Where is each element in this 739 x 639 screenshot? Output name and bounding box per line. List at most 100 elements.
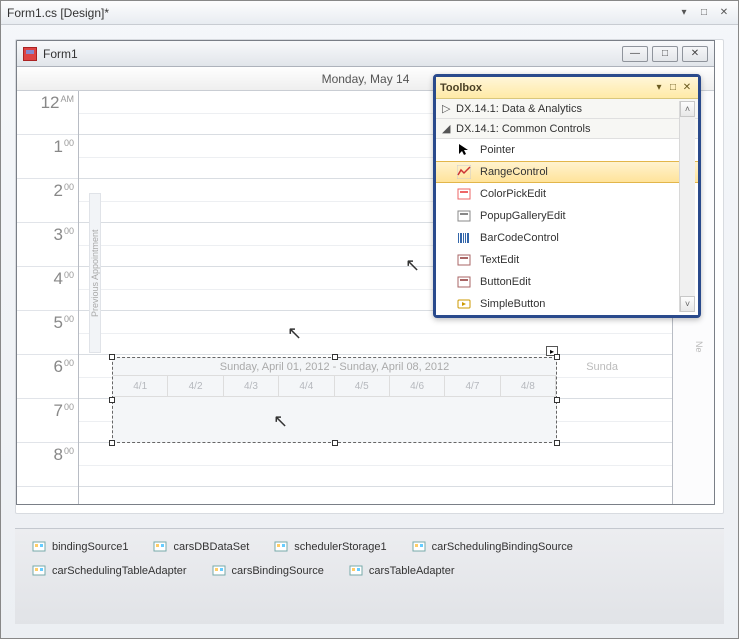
toolbox-item-label: SimpleButton xyxy=(480,298,545,310)
next-appointment-button[interactable]: Ne xyxy=(694,341,704,353)
tray-component[interactable]: carSchedulingBindingSource xyxy=(411,539,573,555)
window-title: Form1.cs [Design]* xyxy=(7,6,676,20)
toolbox-scrollbar[interactable]: ˄ ˅ xyxy=(679,101,695,312)
toolbox-item-label: TextEdit xyxy=(480,254,519,266)
scroll-down-icon[interactable]: ˅ xyxy=(680,296,695,312)
toolbox-item[interactable]: BarCodeControl xyxy=(436,227,698,249)
tray-label: bindingSource1 xyxy=(52,541,128,553)
range-tick: 4/6 xyxy=(390,376,445,396)
close-icon[interactable]: ✕ xyxy=(716,6,732,20)
titlebar: Form1.cs [Design]* ▾ □ ✕ xyxy=(1,1,738,25)
toolbox-item[interactable]: TextEdit xyxy=(436,249,698,271)
time-slot: 300 xyxy=(17,223,78,267)
time-ruler: 12AM100200300400500600700800 xyxy=(17,91,79,504)
range-caption: Sunday, April 01, 2012 - Sunday, April 0… xyxy=(113,358,556,373)
component-icon xyxy=(348,563,364,579)
tray-component[interactable]: bindingSource1 xyxy=(31,539,128,555)
tray-component[interactable]: carsTableAdapter xyxy=(348,563,455,579)
time-slot: 200 xyxy=(17,179,78,223)
form-icon xyxy=(23,47,37,61)
time-slot: 500 xyxy=(17,311,78,355)
range-tick: 4/8 xyxy=(501,376,556,396)
toolbox-panel[interactable]: Toolbox ▾ □ ✕ ▷ DX.14.1: Data & Analytic… xyxy=(433,74,701,318)
minimize-button[interactable]: — xyxy=(622,46,648,62)
collapse-icon: ◢ xyxy=(442,122,452,135)
gallery-icon xyxy=(456,208,472,224)
range-tick: 4/1 xyxy=(113,376,168,396)
grid-row[interactable] xyxy=(79,443,672,487)
range-overflow-caption: Sunda xyxy=(586,361,618,373)
range-control[interactable]: ▸ Sunday, April 01, 2012 - Sunday, April… xyxy=(112,357,557,443)
tray-label: carSchedulingBindingSource xyxy=(432,541,573,553)
btnedit-icon xyxy=(456,274,472,290)
tray-label: carsDBDataSet xyxy=(173,541,249,553)
range-tick: 4/2 xyxy=(168,376,223,396)
toolbox-title: Toolbox xyxy=(440,82,652,94)
range-tick: 4/5 xyxy=(335,376,390,396)
component-tray: bindingSource1 carsDBDataSet schedulerStor… xyxy=(15,528,724,624)
time-slot: 800 xyxy=(17,443,78,487)
toolbox-item-label: BarCodeControl xyxy=(480,232,559,244)
pin-icon[interactable]: □ xyxy=(666,81,680,95)
designer-surface[interactable]: Form1 — □ ✕ Monday, May 14 12AM100200300… xyxy=(15,39,724,514)
range-tick: 4/3 xyxy=(224,376,279,396)
toolbox-item-label: Pointer xyxy=(480,144,515,156)
tray-component[interactable]: carsDBDataSet xyxy=(152,539,249,555)
toolbox-item[interactable]: ButtonEdit xyxy=(436,271,698,293)
toolbox-item[interactable]: PopupGalleryEdit xyxy=(436,205,698,227)
tray-component[interactable]: carsBindingSource xyxy=(211,563,324,579)
form1-titlebar: Form1 — □ ✕ xyxy=(17,41,714,67)
range-icon xyxy=(456,164,472,180)
range-ticks: 4/14/24/34/44/54/64/74/8 xyxy=(113,375,556,397)
component-icon xyxy=(411,539,427,555)
toolbox-dropdown-icon[interactable]: ▾ xyxy=(652,81,666,95)
tray-component[interactable]: schedulerStorage1 xyxy=(273,539,386,555)
toolbox-item-label: ButtonEdit xyxy=(480,276,531,288)
dropdown-icon[interactable]: ▾ xyxy=(676,6,692,20)
scroll-up-icon[interactable]: ˄ xyxy=(680,101,695,117)
toolbox-item[interactable]: SimpleButton xyxy=(436,293,698,315)
tray-component[interactable]: carSchedulingTableAdapter xyxy=(31,563,187,579)
maximize-button[interactable]: □ xyxy=(652,46,678,62)
toolbox-items: Pointer RangeControl ColorPickEdit PopupGal… xyxy=(436,139,698,315)
toolbox-group-expanded[interactable]: ◢ DX.14.1: Common Controls xyxy=(436,119,698,139)
close-button[interactable]: ✕ xyxy=(682,46,708,62)
toolbox-close-icon[interactable]: ✕ xyxy=(680,81,694,95)
component-icon xyxy=(31,539,47,555)
previous-appointment-button[interactable]: Previous Appointment xyxy=(89,193,101,353)
time-slot: 100 xyxy=(17,135,78,179)
tray-label: schedulerStorage1 xyxy=(294,541,386,553)
tray-label: carsBindingSource xyxy=(232,565,324,577)
colorpick-icon xyxy=(456,186,472,202)
toolbox-group-label: DX.14.1: Data & Analytics xyxy=(456,103,582,115)
expand-icon: ▷ xyxy=(442,102,452,115)
component-icon xyxy=(273,539,289,555)
time-slot: 12AM xyxy=(17,91,78,135)
toolbox-item[interactable]: ColorPickEdit xyxy=(436,183,698,205)
toolbox-titlebar: Toolbox ▾ □ ✕ xyxy=(436,77,698,99)
toolbox-item[interactable]: Pointer xyxy=(436,139,698,161)
toolbox-group-label: DX.14.1: Common Controls xyxy=(456,123,591,135)
tray-label: carsTableAdapter xyxy=(369,565,455,577)
component-icon xyxy=(152,539,168,555)
toolbox-item-label: ColorPickEdit xyxy=(480,188,546,200)
pointer-icon xyxy=(456,142,472,158)
time-slot: 400 xyxy=(17,267,78,311)
smart-tag-icon[interactable]: ▸ xyxy=(546,346,558,356)
toolbox-item-label: PopupGalleryEdit xyxy=(480,210,566,222)
toolbox-item[interactable]: RangeControl xyxy=(436,161,698,183)
form1-title: Form1 xyxy=(43,47,622,61)
simplebtn-icon xyxy=(456,296,472,312)
range-tick: 4/7 xyxy=(445,376,500,396)
toolbox-group-collapsed[interactable]: ▷ DX.14.1: Data & Analytics xyxy=(436,99,698,119)
component-icon xyxy=(31,563,47,579)
barcode-icon xyxy=(456,230,472,246)
maximize-icon[interactable]: □ xyxy=(696,6,712,20)
time-slot: 600 xyxy=(17,355,78,399)
time-slot: 700 xyxy=(17,399,78,443)
textedit-icon xyxy=(456,252,472,268)
component-icon xyxy=(211,563,227,579)
tray-label: carSchedulingTableAdapter xyxy=(52,565,187,577)
range-tick: 4/4 xyxy=(279,376,334,396)
toolbox-item-label: RangeControl xyxy=(480,166,548,178)
